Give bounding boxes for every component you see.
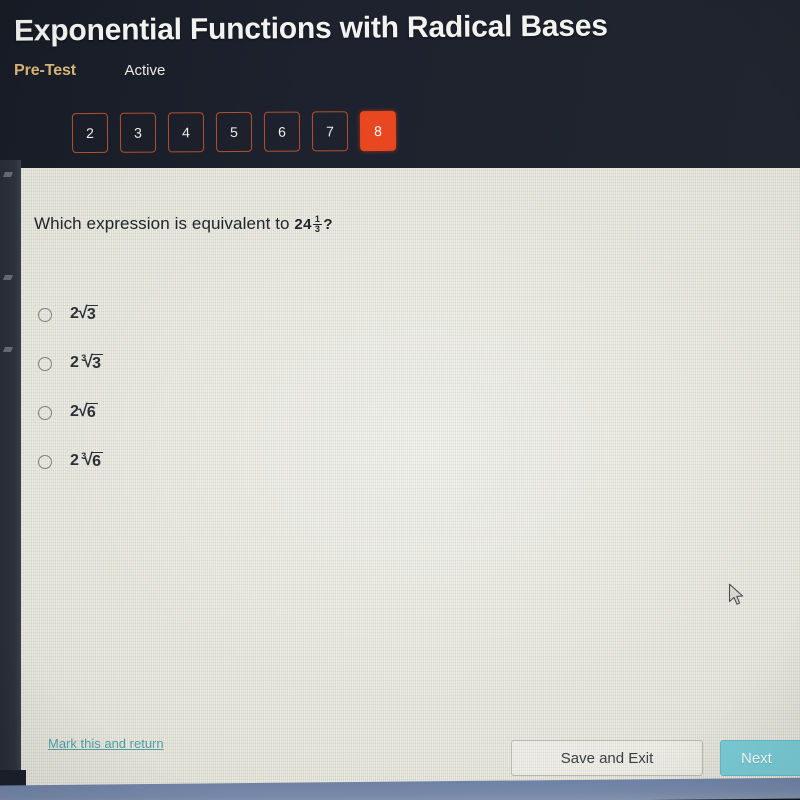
expression-base: 24 xyxy=(294,216,312,233)
assignment-type-label: Pre-Test xyxy=(14,62,77,79)
radical-expression: 3 √ 3 xyxy=(81,352,104,373)
radical-index: 3 xyxy=(81,352,87,363)
radical-expression: √ 3 xyxy=(78,302,99,324)
question-expression: 24 1 3? xyxy=(294,214,333,235)
answer-option-2[interactable]: 2 3 √ 3 xyxy=(38,339,104,388)
radio-button-1[interactable] xyxy=(38,307,52,322)
radio-button-2[interactable] xyxy=(38,356,52,371)
radio-button-4[interactable] xyxy=(38,454,52,469)
exponent-denominator: 3 xyxy=(312,224,323,235)
assignment-meta-row: Pre-Test Active xyxy=(14,62,165,84)
answer-option-label-4: 2 3 √ 6 xyxy=(70,450,104,471)
question-pager: 2345678 xyxy=(71,110,397,154)
radical-expression: √ 6 xyxy=(78,400,99,422)
question-panel: Which expression is equivalent to 24 1 3? … xyxy=(20,168,800,786)
app-header: Exponential Functions with Radical Bases… xyxy=(0,0,800,168)
pager-button-5[interactable]: 5 xyxy=(215,111,253,153)
save-and-exit-button[interactable]: Save and Exit xyxy=(511,740,703,776)
answer-option-label-1: 2 √ 3 xyxy=(70,302,99,324)
answer-option-label-3: 2 √ 6 xyxy=(70,400,99,422)
screen-photo: Exponential Functions with Radical Bases… xyxy=(0,0,800,800)
gutter-tick-mark xyxy=(2,275,14,280)
radio-button-3[interactable] xyxy=(38,405,52,420)
pager-button-8[interactable]: 8 xyxy=(359,110,397,152)
radical-sign-icon: √ xyxy=(78,400,88,420)
pager-button-2[interactable]: 2 xyxy=(71,112,109,154)
pager-button-3[interactable]: 3 xyxy=(119,112,157,153)
option-coefficient: 2 xyxy=(70,451,80,469)
pager-button-6[interactable]: 6 xyxy=(263,111,301,152)
answer-option-label-2: 2 3 √ 3 xyxy=(70,352,104,373)
question-suffix: ? xyxy=(323,216,333,233)
left-gutter-strip xyxy=(0,160,21,786)
exponent-fraction: 13 xyxy=(312,214,323,235)
radical-expression: 3 √ 6 xyxy=(81,450,104,471)
mark-this-and-return-link[interactable]: Mark this and return xyxy=(48,736,164,751)
question-text: Which expression is equivalent to 24 1 3? xyxy=(34,214,333,235)
assignment-status-label: Active xyxy=(124,62,166,79)
radical-sign-icon: √ xyxy=(78,302,88,322)
page-title: Exponential Functions with Radical Bases xyxy=(13,9,608,48)
answer-option-4[interactable]: 2 3 √ 6 xyxy=(38,437,104,486)
pager-button-4[interactable]: 4 xyxy=(167,112,205,153)
question-prefix: Which expression is equivalent to xyxy=(34,214,290,233)
next-button[interactable]: Next xyxy=(720,740,800,776)
gutter-tick-mark xyxy=(2,347,14,352)
answer-option-3[interactable]: 2 √ 6 xyxy=(38,388,103,437)
pager-button-7[interactable]: 7 xyxy=(311,111,349,152)
gutter-tick-mark xyxy=(2,172,14,177)
answer-options-list: 2 √ 3 2 3 √ 3 2 √ 6 2 3 √ 6 xyxy=(38,290,104,486)
option-coefficient: 2 xyxy=(70,353,80,371)
answer-option-1[interactable]: 2 √ 3 xyxy=(38,290,103,339)
radical-index: 3 xyxy=(81,450,87,461)
exponent-numerator: 1 xyxy=(314,214,321,224)
